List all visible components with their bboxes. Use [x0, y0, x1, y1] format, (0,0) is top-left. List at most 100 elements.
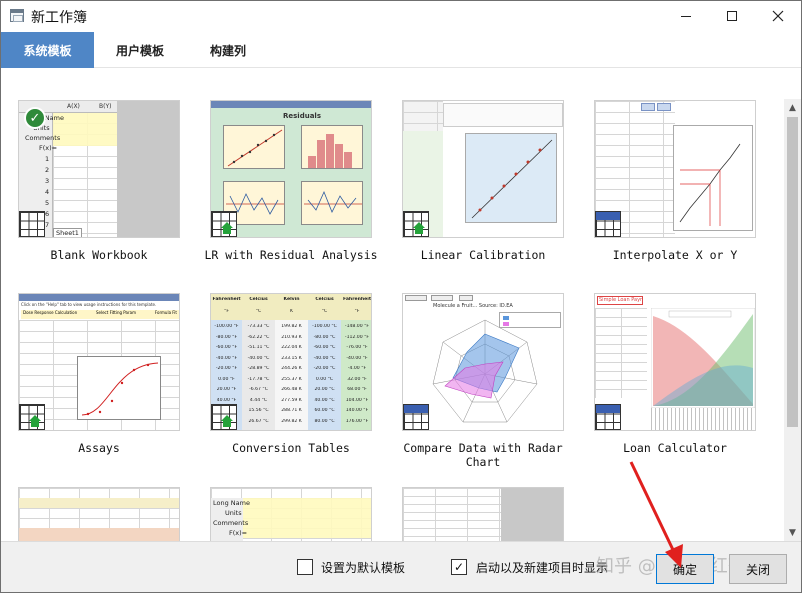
template-grid-icon: [211, 404, 237, 430]
close-window-button[interactable]: [755, 1, 801, 31]
row-label: 3: [45, 177, 50, 185]
app-window-icon: [10, 9, 24, 22]
minimize-icon: [681, 15, 691, 17]
conversion-cell: 20.00 °C: [314, 387, 335, 392]
row-label: 2: [45, 166, 50, 174]
template-grid-icon: [19, 211, 45, 237]
close-icon: [772, 10, 784, 22]
template-thumbnail: [594, 100, 756, 238]
row-label: Comments: [25, 134, 61, 142]
conversion-cell: 0.00 °C: [315, 376, 334, 382]
conversion-cell: -100.00 °F: [214, 324, 239, 329]
radar-legend: [499, 312, 561, 328]
template-thumbnail: [402, 100, 564, 238]
scroll-up-arrow-icon[interactable]: ▲: [784, 99, 801, 116]
tab-build-columns[interactable]: 构建列: [191, 32, 265, 68]
row-label: Long Name: [213, 499, 250, 507]
row-label: Units: [225, 509, 242, 517]
conversion-header: Fahrenheit: [212, 297, 241, 302]
window-title: 新工作簿: [31, 10, 87, 26]
mini-chart-panel: [465, 133, 557, 223]
sheet-tab: Sheet1: [53, 228, 82, 237]
conversion-cell: -60.00 °C: [313, 345, 336, 350]
maximize-button[interactable]: [709, 1, 755, 31]
minimize-button[interactable]: [663, 1, 709, 31]
tab-system-templates[interactable]: 系统模板: [1, 32, 94, 68]
conversion-cell: -20.00 °F: [215, 366, 238, 371]
scroll-thumb[interactable]: [787, 117, 798, 427]
template-thumbnail: Simple Loan Payments: [594, 293, 756, 431]
home-icon: [221, 415, 233, 427]
template-thumbnail: A(X) B(Y) Long Name Units Comments F(x)=…: [18, 100, 180, 238]
conversion-cell: -17.78 °C: [247, 376, 270, 382]
row-label: 7: [45, 221, 50, 229]
template-grid-icon: [403, 404, 429, 430]
conversion-cell: 288.71 K: [281, 408, 302, 413]
conversion-header: Fahrenheit: [342, 297, 372, 302]
template-caption: Linear Calibration: [420, 248, 546, 262]
row-label: 5: [45, 199, 50, 207]
conversion-cell: -80.00 °F: [215, 334, 238, 340]
conversion-cell: 60.00 °C: [314, 408, 335, 413]
assay-button: Formula Fit: [154, 310, 177, 315]
conversion-cell: 0.00 °F: [218, 376, 235, 382]
template-caption: Conversion Tables: [232, 441, 350, 455]
conversion-cell: -20.00 °C: [313, 366, 336, 371]
close-button[interactable]: 关闭: [729, 554, 787, 584]
row-label: 6: [45, 210, 50, 218]
column-header: A(X): [67, 103, 80, 110]
title-bar: 新工作簿: [1, 1, 801, 31]
conversion-cell: -112.00 °F: [344, 334, 370, 340]
conversion-cell: 255.37 K: [281, 376, 302, 382]
conversion-cell: -76.00 °F: [346, 345, 368, 350]
conversion-cell: 176.00 °F: [345, 418, 369, 424]
residuals-title: Residuals: [283, 112, 321, 120]
template-caption: Compare Data with Radar Chart: [403, 441, 563, 469]
mini-chart-panel: [77, 356, 161, 420]
conversion-cell: -60.00 °F: [215, 345, 238, 350]
template-grid-icon: [595, 404, 621, 430]
scroll-down-arrow-icon[interactable]: ▼: [784, 524, 801, 541]
template-thumbnail: [402, 487, 564, 541]
template-grid-icon: [403, 211, 429, 237]
conversion-cell: 20.00 °F: [216, 387, 237, 392]
conversion-cell: 4.44 °C: [249, 397, 268, 403]
radar-chart: [432, 319, 538, 423]
tab-user-templates[interactable]: 用户模板: [100, 32, 180, 68]
conversion-cell: 244.26 K: [281, 366, 302, 371]
conversion-cell: -40.00 °F: [346, 355, 368, 361]
conversion-cell: 299.82 K: [281, 418, 302, 424]
template-caption: Blank Workbook: [50, 248, 148, 262]
template-thumbnail: Molecule a Fruit... Source: ID.EA: [402, 293, 564, 431]
set-default-checkbox[interactable]: [297, 559, 313, 575]
conversion-cell: 199.82 K: [281, 324, 302, 329]
row-label: 4: [45, 188, 50, 196]
set-default-label: 设置为默认模板: [321, 561, 406, 575]
maximize-icon: [727, 11, 737, 21]
conversion-cell: 15.56 °C: [248, 408, 269, 413]
template-thumbnail: [18, 487, 180, 541]
conversion-cell: 233.15 K: [281, 355, 302, 361]
conversion-unit: °F: [354, 309, 360, 314]
conversion-cell: 266.48 K: [281, 387, 302, 392]
show-on-start-checkbox[interactable]: ✓: [451, 559, 467, 575]
conversion-unit: K: [289, 309, 293, 314]
row-label: F(x)=: [39, 144, 58, 152]
show-on-start-label: 启动以及新建项目时显示: [476, 561, 609, 575]
conversion-cell: -100.00 °C: [312, 324, 337, 329]
conversion-cell: 104.00 °F: [345, 397, 369, 403]
radar-title: Molecule a Fruit... Source: ID.EA: [433, 303, 513, 309]
conversion-cell: 222.04 K: [281, 345, 302, 350]
conversion-cell: 277.59 K: [281, 397, 302, 403]
conversion-cell: 26.67 °C: [248, 418, 269, 424]
conversion-cell: 40.00 °F: [216, 397, 237, 403]
conversion-cell: -28.89 °C: [247, 366, 270, 371]
template-thumbnail: Long Name Units Comments F(x)=: [210, 487, 372, 541]
gallery-scrollbar[interactable]: ▲ ▼: [784, 99, 801, 541]
template-caption: Loan Calculator: [623, 441, 727, 455]
conversion-header: Kelvin: [283, 297, 300, 302]
template-grid-icon: [595, 211, 621, 237]
conversion-cell: -73.33 °C: [247, 324, 270, 329]
conversion-cell: 140.00 °F: [345, 408, 369, 413]
loan-header: Simple Loan Payments: [597, 296, 643, 305]
